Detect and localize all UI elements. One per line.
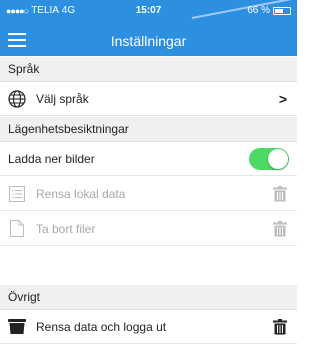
download-images-row: Ladda ner bilder	[0, 142, 297, 176]
clear-and-logout-label: Rensa data och logga ut	[36, 319, 167, 334]
delete-files-label: Ta bort filer	[36, 221, 96, 236]
clear-and-logout-row[interactable]: Rensa data och logga ut	[0, 310, 297, 344]
delete-files-row[interactable]: Ta bort filer	[0, 212, 297, 246]
section-header-language: Språk	[0, 57, 297, 82]
clear-local-data-label: Rensa lokal data	[36, 186, 126, 201]
section-header-inspections: Lägenhetsbesiktningar	[0, 117, 297, 142]
trash-icon[interactable]	[273, 221, 287, 240]
clear-local-data-row[interactable]: Rensa lokal data	[0, 177, 297, 211]
toolbar: Inställningar	[0, 28, 297, 56]
globe-icon	[8, 89, 26, 108]
battery-percent: 66 %	[247, 5, 270, 16]
download-images-label: Ladda ner bilder	[8, 151, 95, 166]
choose-language-row[interactable]: Välj språk >	[0, 82, 297, 116]
status-bar: ●●●●○ TELIA 4G 15:07 66 %	[0, 0, 297, 20]
bin-icon	[8, 318, 26, 336]
app-header: ●●●●○ TELIA 4G 15:07 66 % Inställningar	[0, 0, 297, 56]
battery-icon	[273, 6, 291, 15]
trash-icon[interactable]	[273, 186, 287, 205]
list-icon	[8, 185, 26, 203]
section-header-other: Övrigt	[0, 285, 297, 310]
trash-icon[interactable]	[273, 319, 287, 338]
choose-language-label: Välj språk	[36, 91, 89, 106]
download-images-toggle[interactable]	[249, 148, 289, 170]
page-title: Inställningar	[110, 33, 187, 49]
document-icon	[8, 220, 26, 238]
chevron-right-icon: >	[278, 91, 287, 107]
